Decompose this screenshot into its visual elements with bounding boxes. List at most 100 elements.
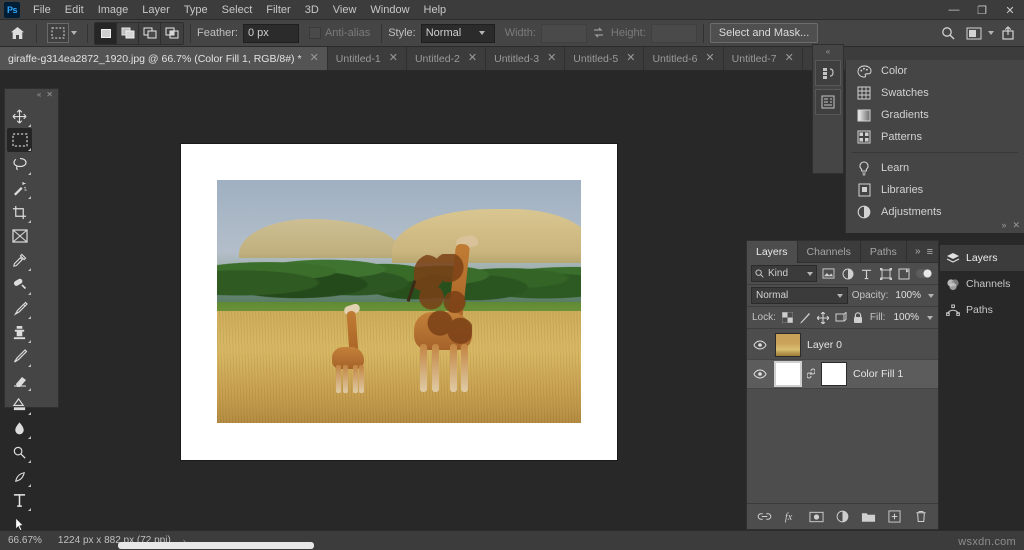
height-input[interactable] — [651, 24, 697, 43]
collapse-panel-icon[interactable]: « — [37, 91, 41, 99]
side-tab-layers[interactable]: Layers — [940, 245, 1024, 271]
menu-image[interactable]: Image — [91, 0, 136, 20]
new-selection-button[interactable] — [95, 23, 117, 44]
menu-select[interactable]: Select — [215, 0, 260, 20]
delete-layer-icon[interactable] — [913, 509, 929, 525]
document-canvas[interactable] — [181, 144, 617, 460]
blend-mode-select[interactable]: Normal — [751, 287, 848, 304]
side-tab-paths[interactable]: Paths — [940, 297, 1024, 323]
tab-close-icon[interactable]: ✕ — [547, 53, 556, 64]
filter-pixel-icon[interactable] — [821, 265, 836, 282]
table-row[interactable]: Layer 0 — [747, 331, 938, 360]
link-mask-icon[interactable] — [807, 368, 815, 380]
anti-alias-checkbox[interactable]: Anti-alias — [309, 27, 375, 39]
panel-item-learn[interactable]: Learn — [846, 157, 1024, 179]
expand-panel-icon[interactable]: » — [1001, 220, 1006, 231]
menu-3d[interactable]: 3D — [298, 0, 326, 20]
lock-position-icon[interactable] — [817, 311, 830, 324]
fill-value[interactable]: 100% — [890, 311, 922, 324]
pen-tool[interactable] — [7, 464, 32, 488]
horizontal-scrollbar[interactable] — [118, 542, 314, 549]
panel-menu-icon[interactable]: ≡ — [927, 246, 933, 258]
style-select[interactable]: Normal — [421, 24, 495, 43]
side-tab-channels[interactable]: Channels — [940, 271, 1024, 297]
brush-tool[interactable] — [7, 296, 32, 320]
home-icon[interactable] — [4, 22, 30, 45]
restore-button[interactable]: ❐ — [968, 0, 996, 20]
tab-close-icon[interactable]: ✕ — [310, 53, 319, 64]
lock-artboard-nesting-icon[interactable] — [834, 311, 847, 324]
workspace-icon[interactable] — [962, 22, 986, 44]
document-tab-untitled-5[interactable]: Untitled-5 ✕ — [565, 47, 644, 70]
add-layer-mask-icon[interactable] — [809, 509, 825, 525]
close-icon[interactable]: ✕ — [46, 91, 53, 99]
tab-close-icon[interactable]: ✕ — [705, 53, 714, 64]
layer-visibility-eye-icon[interactable] — [751, 369, 769, 379]
spot-healing-brush-tool[interactable] — [7, 272, 32, 296]
menu-edit[interactable]: Edit — [58, 0, 91, 20]
panel-item-color[interactable]: Color — [846, 60, 1024, 82]
feather-input[interactable]: 0 px — [243, 24, 299, 43]
blur-tool[interactable] — [7, 416, 32, 440]
tab-close-icon[interactable]: ✕ — [389, 53, 398, 64]
menu-window[interactable]: Window — [363, 0, 416, 20]
workspace-chevron-icon[interactable] — [988, 31, 994, 35]
menu-layer[interactable]: Layer — [135, 0, 177, 20]
rectangular-marquee-tool[interactable] — [7, 128, 32, 152]
horizontal-type-tool[interactable] — [7, 488, 32, 512]
width-input[interactable] — [541, 24, 587, 43]
tool-preset-picker[interactable] — [43, 23, 81, 43]
filter-toggle-switch[interactable] — [916, 268, 934, 279]
swap-dimensions-icon[interactable] — [587, 22, 611, 44]
minimize-button[interactable]: — — [940, 0, 968, 20]
menu-filter[interactable]: Filter — [259, 0, 297, 20]
document-tab-untitled-1[interactable]: Untitled-1 ✕ — [328, 47, 407, 70]
document-tab-untitled-3[interactable]: Untitled-3 ✕ — [486, 47, 565, 70]
document-tab-giraffe[interactable]: giraffe-g314ea2872_1920.jpg @ 66.7% (Col… — [0, 47, 328, 70]
add-to-selection-button[interactable] — [117, 23, 139, 44]
lock-all-icon[interactable] — [852, 311, 865, 324]
document-tab-untitled-2[interactable]: Untitled-2 ✕ — [407, 47, 486, 70]
canvas-workspace[interactable] — [60, 72, 834, 532]
share-icon[interactable] — [996, 22, 1020, 44]
link-layers-icon[interactable] — [757, 509, 773, 525]
table-row[interactable]: Color Fill 1 — [747, 360, 938, 389]
dodge-tool[interactable] — [7, 440, 32, 464]
opacity-value[interactable]: 100% — [892, 289, 924, 302]
layer-thumbnail[interactable] — [775, 362, 801, 386]
panel-item-libraries[interactable]: Libraries — [846, 179, 1024, 201]
tab-channels[interactable]: Channels — [798, 241, 861, 263]
panel-item-swatches[interactable]: Swatches — [846, 82, 1024, 104]
filter-shape-icon[interactable] — [878, 265, 893, 282]
tab-layers[interactable]: Layers — [747, 241, 798, 263]
close-icon[interactable]: ✕ — [1012, 220, 1020, 231]
history-panel-icon[interactable] — [815, 60, 841, 86]
menu-help[interactable]: Help — [417, 0, 454, 20]
menu-type[interactable]: Type — [177, 0, 215, 20]
lock-transparent-pixels-icon[interactable] — [781, 311, 794, 324]
intersect-with-selection-button[interactable] — [161, 23, 183, 44]
filter-kind-select[interactable]: Kind — [751, 265, 817, 282]
search-icon[interactable] — [936, 22, 960, 44]
new-layer-icon[interactable] — [887, 509, 903, 525]
filter-adjustment-icon[interactable] — [840, 265, 855, 282]
frame-tool[interactable] — [7, 224, 32, 248]
properties-panel-icon[interactable] — [815, 89, 841, 115]
tab-close-icon[interactable]: ✕ — [626, 53, 635, 64]
panel-item-adjustments[interactable]: Adjustments — [846, 201, 1024, 223]
tab-paths[interactable]: Paths — [861, 241, 907, 263]
lasso-tool[interactable] — [7, 152, 32, 176]
crop-tool[interactable] — [7, 200, 32, 224]
eyedropper-tool[interactable] — [7, 248, 32, 272]
close-button[interactable]: ✕ — [996, 0, 1024, 20]
quick-selection-tool[interactable] — [7, 176, 32, 200]
move-tool[interactable] — [7, 104, 32, 128]
tab-close-icon[interactable]: ✕ — [468, 53, 477, 64]
chevron-down-icon[interactable] — [927, 316, 933, 320]
collapse-panel-icon[interactable]: « — [813, 45, 843, 57]
new-group-icon[interactable] — [861, 509, 877, 525]
filter-smart-object-icon[interactable] — [897, 265, 912, 282]
eraser-tool[interactable] — [7, 368, 32, 392]
document-tab-untitled-6[interactable]: Untitled-6 ✕ — [644, 47, 723, 70]
menu-view[interactable]: View — [326, 0, 364, 20]
